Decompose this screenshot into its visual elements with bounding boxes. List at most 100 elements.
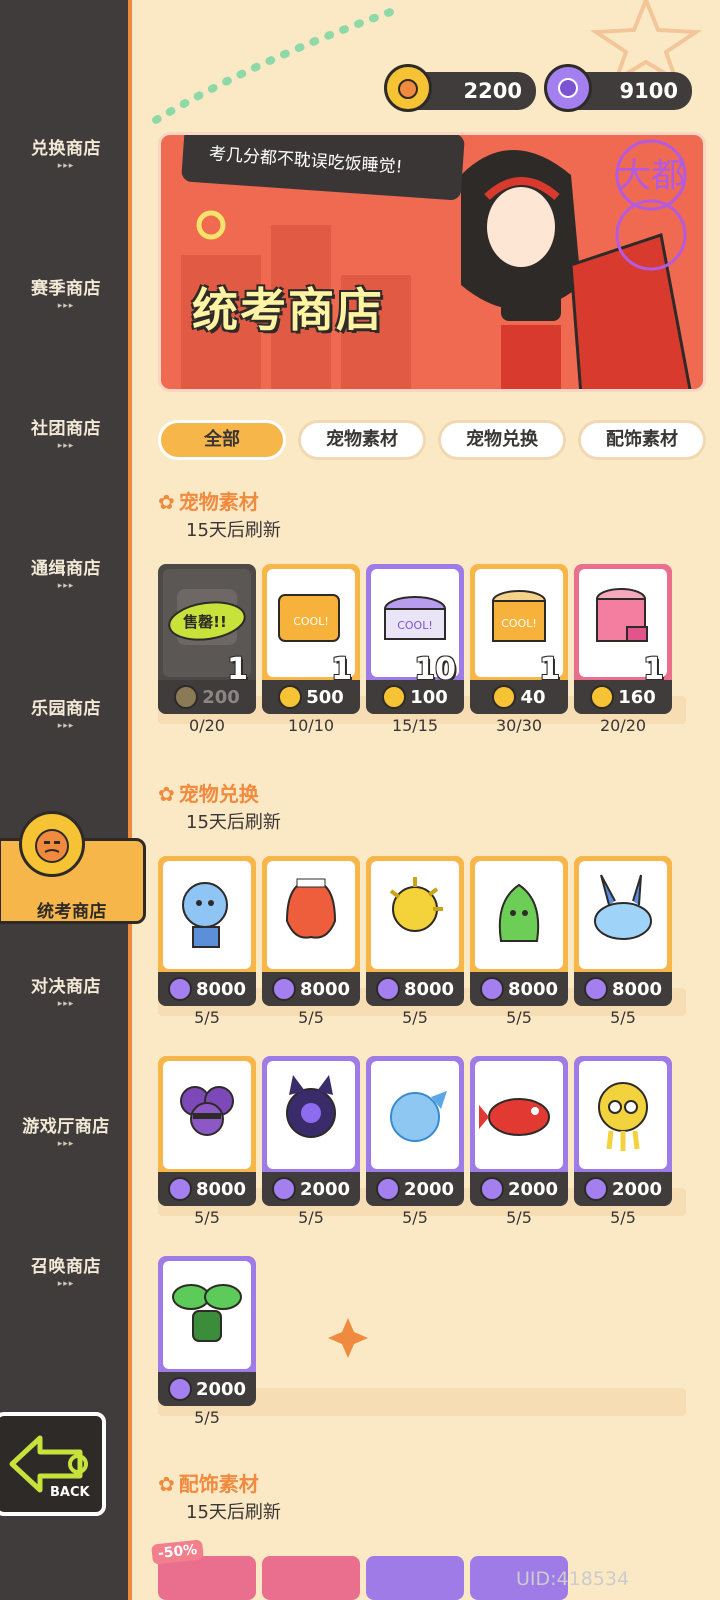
item-stock: 10/10: [287, 716, 335, 735]
sidebar-item-label: 兑换商店: [31, 139, 101, 159]
shop-item-card[interactable]: COOL! 1 40: [470, 564, 568, 714]
pet-grape-thumbnail: [163, 1061, 251, 1169]
flower-icon: ✿: [158, 782, 175, 806]
tab-pet-exchange[interactable]: 宠物兑换: [438, 420, 566, 460]
item-price: 8000: [574, 972, 672, 1006]
sidebar-item-club-shop[interactable]: 社团商店 ▸▸▸: [0, 414, 132, 474]
item-stock: 5/5: [506, 1008, 532, 1027]
back-button[interactable]: BACK: [0, 1412, 106, 1516]
coin-icon: [492, 685, 517, 709]
sidebar-item-exchange-shop[interactable]: 兑换商店 ▸▸▸: [0, 134, 132, 194]
item-price: 40: [470, 680, 568, 714]
pet-item-card[interactable]: 8000: [158, 1056, 256, 1206]
gem-icon: [167, 977, 192, 1001]
sidebar-item-season-shop[interactable]: 赛季商店 ▸▸▸: [0, 274, 132, 334]
item-stock: 5/5: [402, 1008, 428, 1027]
sidebar-item-label: 对决商店: [31, 977, 101, 997]
accessory-item-card[interactable]: [262, 1556, 360, 1600]
pet-cat-thumbnail: [163, 861, 251, 969]
sidebar-item-arrows: ▸▸▸: [57, 1139, 75, 1149]
item-price: 2000: [470, 1172, 568, 1206]
flower-icon: ✿: [158, 1472, 175, 1496]
tab-pet-material[interactable]: 宠物素材: [298, 420, 426, 460]
item-price: 500: [262, 680, 360, 714]
coin-icon: [382, 685, 407, 709]
pet-item-card[interactable]: 2000: [470, 1056, 568, 1206]
gem-icon: [167, 1377, 192, 1401]
gem-icon: [167, 1177, 192, 1201]
tab-accessory-material[interactable]: 配饰素材: [578, 420, 706, 460]
item-price: 160: [574, 680, 672, 714]
pet-item-card[interactable]: 2000: [574, 1056, 672, 1206]
pet-item-card[interactable]: 2000: [262, 1056, 360, 1206]
item-price: 8000: [470, 972, 568, 1006]
coin-counter: 2200: [384, 64, 536, 112]
shop-banner: 大都 考几分都不耽误吃饭睡觉!: [158, 132, 706, 392]
pet-item-card[interactable]: 8000: [158, 856, 256, 1006]
section-title-pet-material: ✿ 宠物素材: [158, 490, 259, 514]
pet-water-fish-thumbnail: [371, 1061, 459, 1169]
gem-icon: [544, 64, 592, 112]
shop-item-card[interactable]: 售罄!! 1 200: [158, 564, 256, 714]
shop-item-card[interactable]: COOL! 10 100: [366, 564, 464, 714]
coin-icon: [384, 64, 432, 112]
sidebar-item-arcade-shop[interactable]: 游戏厅商店 ▸▸▸: [0, 1112, 132, 1172]
gem-value: 9100: [619, 79, 678, 103]
item-price: 2000: [262, 1172, 360, 1206]
pet-blue-bunny-thumbnail: [579, 861, 667, 969]
pet-red-fish-thumbnail: [475, 1061, 563, 1169]
accessory-item-card[interactable]: [158, 1556, 256, 1600]
pet-green-blob-thumbnail: [475, 861, 563, 969]
pet-item-card[interactable]: 2000: [366, 1056, 464, 1206]
sidebar-item-exam-shop[interactable]: 统考商店: [0, 811, 146, 924]
sidebar-item-duel-shop[interactable]: 对决商店 ▸▸▸: [0, 972, 132, 1032]
gem-icon: [375, 1177, 400, 1201]
item-price: 2000: [158, 1372, 256, 1406]
gem-icon: [271, 1177, 296, 1201]
sidebar-item-park-shop[interactable]: 乐园商店 ▸▸▸: [0, 694, 132, 754]
sidebar-item-label: 游戏厅商店: [22, 1117, 110, 1137]
flower-icon: ✿: [158, 490, 175, 514]
section-title-accessory-material: ✿ 配饰素材: [158, 1472, 259, 1496]
item-stock: 5/5: [298, 1008, 324, 1027]
sidebar-item-arrows: ▸▸▸: [57, 721, 75, 731]
gem-icon: [583, 977, 608, 1001]
shop-item-card[interactable]: COOL! 1 500: [262, 564, 360, 714]
gem-icon: [479, 977, 504, 1001]
svg-text:COOL!: COOL!: [397, 619, 433, 632]
shop-item-card[interactable]: 1 160: [574, 564, 672, 714]
pet-item-card[interactable]: 2000: [158, 1256, 256, 1406]
item-stock: 20/20: [599, 716, 647, 735]
item-price: 8000: [262, 972, 360, 1006]
sidebar-item-wanted-shop[interactable]: 通缉商店 ▸▸▸: [0, 554, 132, 614]
item-stock: 5/5: [610, 1008, 636, 1027]
item-price: 8000: [158, 972, 256, 1006]
sidebar-item-label: 社团商店: [31, 419, 101, 439]
pet-item-card[interactable]: 8000: [366, 856, 464, 1006]
exam-shop-badge-icon: [19, 811, 85, 877]
item-stock: 0/20: [189, 716, 225, 735]
back-label: BACK: [50, 1485, 91, 1500]
pet-item-card[interactable]: 8000: [470, 856, 568, 1006]
accessory-item-card[interactable]: [366, 1556, 464, 1600]
svg-text:COOL!: COOL!: [293, 615, 329, 628]
item-price: 8000: [366, 972, 464, 1006]
item-stock: 5/5: [610, 1208, 636, 1227]
pet-octopus-thumbnail: [267, 861, 355, 969]
tab-all[interactable]: 全部: [158, 420, 286, 460]
item-price: 2000: [366, 1172, 464, 1206]
sidebar-item-summon-shop[interactable]: 召唤商店 ▸▸▸: [0, 1252, 132, 1312]
pet-dark-cat-thumbnail: [267, 1061, 355, 1169]
pet-pufferfish-thumbnail: [371, 861, 459, 969]
item-stock: 5/5: [194, 1008, 220, 1027]
decor-star-icon: [589, 0, 703, 80]
item-stock: 15/15: [391, 716, 439, 735]
pet-item-card[interactable]: 8000: [262, 856, 360, 1006]
pet-item-card[interactable]: 8000: [574, 856, 672, 1006]
decor-star-icon: [328, 1318, 368, 1358]
item-stock: 5/5: [298, 1208, 324, 1227]
sidebar-item-label: 统考商店: [37, 902, 107, 922]
item-price: 100: [366, 680, 464, 714]
section-refresh-text: 15天后刷新: [186, 812, 281, 833]
sidebar-item-label: 通缉商店: [31, 559, 101, 579]
